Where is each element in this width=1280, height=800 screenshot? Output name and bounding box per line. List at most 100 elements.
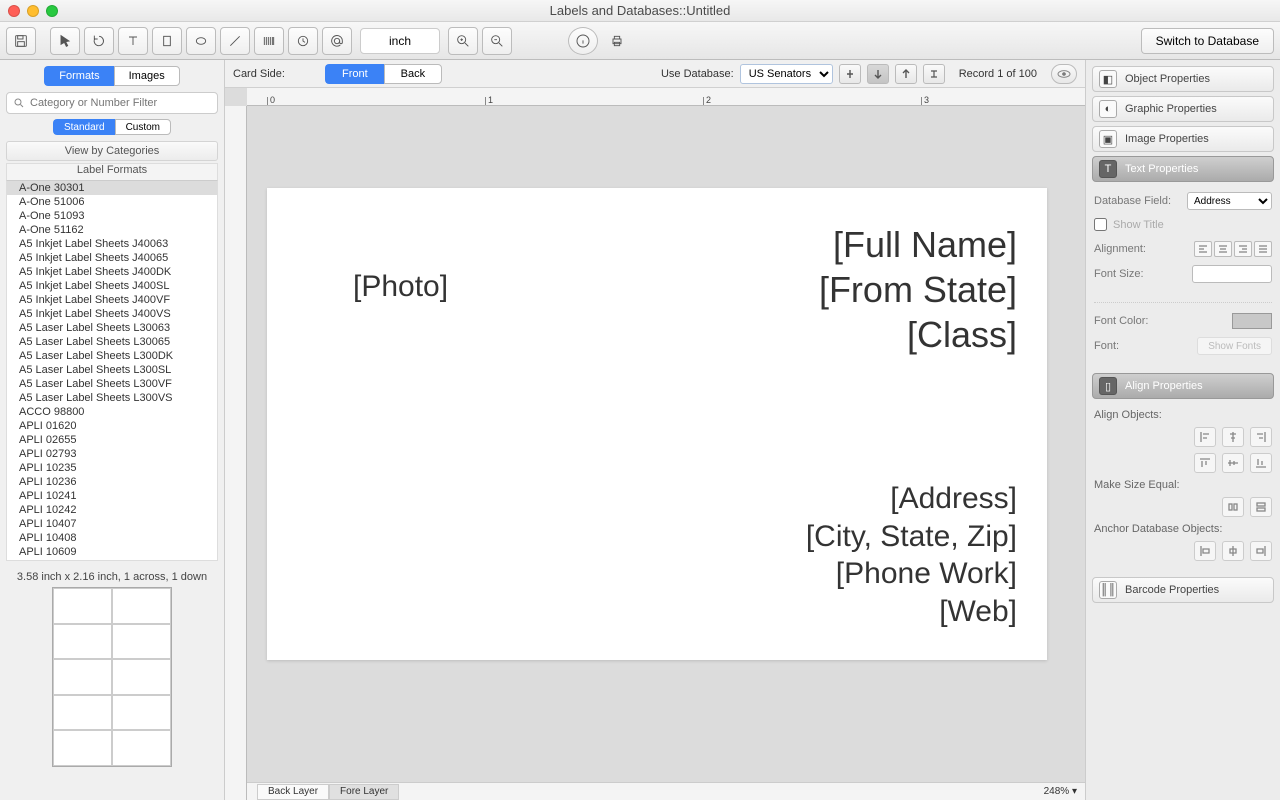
rect-tool-button[interactable] (152, 27, 182, 55)
equal-width-button[interactable] (1222, 497, 1244, 517)
barcode-tool-button[interactable] (254, 27, 284, 55)
info-button[interactable] (568, 27, 598, 55)
format-list-item[interactable]: APLI 10611 (7, 559, 217, 561)
align-left-button[interactable] (1194, 241, 1212, 257)
align-properties-header[interactable]: ▯Align Properties (1092, 373, 1274, 399)
card-front-button[interactable]: Front (325, 64, 384, 84)
zoom-in-button[interactable] (448, 27, 478, 55)
show-title-checkbox[interactable] (1094, 218, 1107, 231)
view-by-categories-button[interactable]: View by Categories (6, 141, 218, 161)
counter-tool-button[interactable] (288, 27, 318, 55)
align-center-button[interactable] (1214, 241, 1232, 257)
align-right-obj-button[interactable] (1250, 427, 1272, 447)
format-list-item[interactable]: A5 Inkjet Label Sheets J400VS (7, 307, 217, 321)
minimize-window-icon[interactable] (27, 5, 39, 17)
anchor-center-button[interactable] (1222, 541, 1244, 561)
label-card[interactable]: [Photo] [Full Name][From State][Class] [… (267, 188, 1047, 660)
photo-placeholder[interactable]: [Photo] (353, 270, 448, 304)
name-block-placeholder[interactable]: [Full Name][From State][Class] (819, 222, 1017, 357)
format-filter-search[interactable] (6, 92, 218, 114)
image-properties-header[interactable]: ▣Image Properties (1092, 126, 1274, 152)
align-top-obj-button[interactable] (1194, 453, 1216, 473)
text-tool-button[interactable] (118, 27, 148, 55)
format-list-item[interactable]: APLI 10609 (7, 545, 217, 559)
card-back-button[interactable]: Back (384, 64, 442, 84)
format-list[interactable]: A-One 30301A-One 51006A-One 51093A-One 5… (6, 181, 218, 561)
fore-layer-tab[interactable]: Fore Layer (329, 784, 399, 800)
record-last-button[interactable] (923, 64, 945, 84)
db-field-label: Database Field: (1094, 195, 1171, 207)
record-next-button[interactable] (895, 64, 917, 84)
anchor-right-button[interactable] (1250, 541, 1272, 561)
format-list-item[interactable]: A5 Laser Label Sheets L30063 (7, 321, 217, 335)
record-prev-button[interactable] (867, 64, 889, 84)
back-layer-tab[interactable]: Back Layer (257, 784, 329, 800)
zoom-out-button[interactable] (482, 27, 512, 55)
format-list-item[interactable]: A-One 51006 (7, 195, 217, 209)
unit-input[interactable] (360, 28, 440, 54)
at-tool-button[interactable] (322, 27, 352, 55)
format-list-item[interactable]: A5 Laser Label Sheets L300VF (7, 377, 217, 391)
format-list-item[interactable]: A5 Inkjet Label Sheets J400DK (7, 265, 217, 279)
barcode-properties-header[interactable]: ║║Barcode Properties (1092, 577, 1274, 603)
pointer-tool-button[interactable] (50, 27, 80, 55)
font-color-swatch[interactable] (1232, 313, 1272, 329)
close-window-icon[interactable] (8, 5, 20, 17)
maximize-window-icon[interactable] (46, 5, 58, 17)
align-bottom-obj-button[interactable] (1250, 453, 1272, 473)
align-justify-button[interactable] (1254, 241, 1272, 257)
ellipse-tool-button[interactable] (186, 27, 216, 55)
preview-toggle-button[interactable] (1051, 64, 1077, 84)
canvas-area[interactable]: 0123 [Photo] [Full Name][From State][Cla… (225, 88, 1085, 800)
align-right-button[interactable] (1234, 241, 1252, 257)
tab-custom[interactable]: Custom (115, 119, 171, 135)
format-list-item[interactable]: A5 Laser Label Sheets L300DK (7, 349, 217, 363)
rotate-tool-button[interactable] (84, 27, 114, 55)
format-list-item[interactable]: A-One 51093 (7, 209, 217, 223)
tab-formats[interactable]: Formats (44, 66, 113, 86)
print-button[interactable] (602, 27, 632, 55)
format-list-item[interactable]: APLI 01620 (7, 419, 217, 433)
format-list-item[interactable]: A5 Inkjet Label Sheets J400VF (7, 293, 217, 307)
format-list-item[interactable]: APLI 02793 (7, 447, 217, 461)
font-size-input[interactable] (1192, 265, 1272, 283)
graphic-properties-header[interactable]: ◐Graphic Properties (1092, 96, 1274, 122)
format-list-item[interactable]: APLI 02655 (7, 433, 217, 447)
format-list-item[interactable]: APLI 10408 (7, 531, 217, 545)
equal-height-button[interactable] (1250, 497, 1272, 517)
text-align-buttons (1194, 241, 1272, 257)
format-filter-input[interactable] (30, 97, 211, 109)
zoom-level[interactable]: 248% ▾ (1036, 786, 1085, 797)
format-list-item[interactable]: APLI 10407 (7, 517, 217, 531)
format-list-item[interactable]: A5 Inkjet Label Sheets J40063 (7, 237, 217, 251)
text-properties-header[interactable]: TText Properties (1092, 156, 1274, 182)
format-list-item[interactable]: APLI 10241 (7, 489, 217, 503)
address-block-placeholder[interactable]: [Address][City, State, Zip][Phone Work][… (806, 480, 1017, 630)
line-tool-button[interactable] (220, 27, 250, 55)
show-fonts-button[interactable]: Show Fonts (1197, 337, 1272, 355)
database-select[interactable]: US Senators (740, 64, 833, 84)
format-list-item[interactable]: APLI 10235 (7, 461, 217, 475)
format-list-item[interactable]: A5 Inkjet Label Sheets J40065 (7, 251, 217, 265)
tab-standard[interactable]: Standard (53, 119, 115, 135)
anchor-left-button[interactable] (1194, 541, 1216, 561)
format-list-item[interactable]: A-One 51162 (7, 223, 217, 237)
format-list-item[interactable]: A5 Laser Label Sheets L300SL (7, 363, 217, 377)
format-list-item[interactable]: APLI 10236 (7, 475, 217, 489)
align-left-obj-button[interactable] (1194, 427, 1216, 447)
tab-images[interactable]: Images (114, 66, 180, 86)
format-list-item[interactable]: APLI 10242 (7, 503, 217, 517)
format-list-item[interactable]: A5 Laser Label Sheets L300VS (7, 391, 217, 405)
format-list-item[interactable]: ACCO 98800 (7, 405, 217, 419)
align-center-obj-button[interactable] (1222, 427, 1244, 447)
db-field-select[interactable]: Address (1187, 192, 1272, 210)
switch-to-database-button[interactable]: Switch to Database (1141, 28, 1274, 54)
record-first-button[interactable] (839, 64, 861, 84)
text-properties-body: Database Field:Address Show Title Alignm… (1092, 186, 1274, 369)
save-button[interactable] (6, 27, 36, 55)
format-list-item[interactable]: A-One 30301 (7, 181, 217, 195)
align-middle-obj-button[interactable] (1222, 453, 1244, 473)
object-properties-header[interactable]: ◧Object Properties (1092, 66, 1274, 92)
format-list-item[interactable]: A5 Inkjet Label Sheets J400SL (7, 279, 217, 293)
format-list-item[interactable]: A5 Laser Label Sheets L30065 (7, 335, 217, 349)
